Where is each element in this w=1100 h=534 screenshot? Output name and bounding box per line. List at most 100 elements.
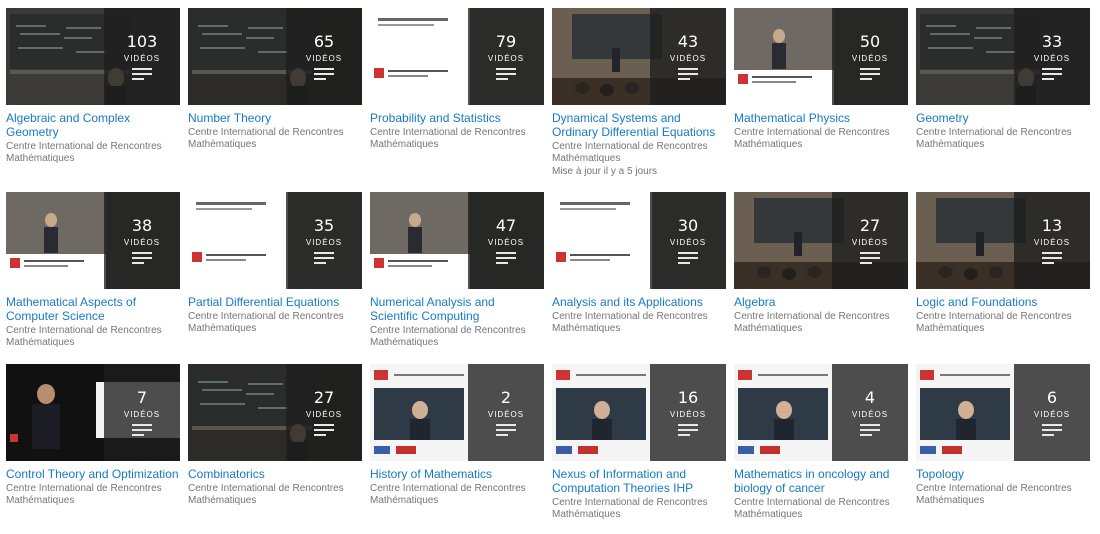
playlist-title-link[interactable]: Combinatorics bbox=[188, 467, 362, 481]
playlist-row: 7 VIDÉOS Control Theory and Optimization… bbox=[6, 364, 1096, 534]
channel-name[interactable]: Centre International de Rencontres Mathé… bbox=[734, 127, 908, 151]
playlist-title-link[interactable]: Mathematics in oncology and biology of c… bbox=[734, 467, 908, 495]
playlist-title-link[interactable]: Analysis and its Applications bbox=[552, 295, 726, 309]
channel-name[interactable]: Centre International de Rencontres Mathé… bbox=[734, 497, 908, 521]
playlist-title-link[interactable]: Control Theory and Optimization bbox=[6, 467, 180, 481]
channel-name[interactable]: Centre International de Rencontres Mathé… bbox=[370, 483, 544, 507]
playlist-card[interactable]: 38 VIDÉOS Mathematical Aspects of Comput… bbox=[6, 192, 180, 349]
playlist-thumbnail[interactable]: 4 VIDÉOS bbox=[734, 364, 908, 461]
playlist-title-link[interactable]: Algebraic and Complex Geometry bbox=[6, 111, 180, 139]
playlist-thumbnail[interactable]: 16 VIDÉOS bbox=[552, 364, 726, 461]
playlist-title-link[interactable]: Numerical Analysis and Scientific Comput… bbox=[370, 295, 544, 323]
playlist-title-link[interactable]: Nexus of Information and Computation The… bbox=[552, 467, 726, 495]
playlist-title-link[interactable]: Number Theory bbox=[188, 111, 362, 125]
playlist-card[interactable]: 13 VIDÉOS Logic and Foundations Centre I… bbox=[916, 192, 1090, 335]
video-count: 103 bbox=[126, 32, 158, 51]
playlist-card[interactable]: 43 VIDÉOS Dynamical Systems and Ordinary… bbox=[552, 8, 726, 178]
videos-label: VIDÉOS bbox=[851, 410, 889, 419]
channel-name[interactable]: Centre International de Rencontres Mathé… bbox=[552, 311, 726, 335]
playlist-thumbnail[interactable]: 65 VIDÉOS bbox=[188, 8, 362, 105]
playlist-thumbnail[interactable]: 27 VIDÉOS bbox=[188, 364, 362, 461]
playlist-title-link[interactable]: History of Mathematics bbox=[370, 467, 544, 481]
playlist-icon bbox=[496, 252, 516, 266]
playlist-thumbnail[interactable]: 6 VIDÉOS bbox=[916, 364, 1090, 461]
channel-name[interactable]: Centre International de Rencontres Mathé… bbox=[188, 127, 362, 151]
playlist-thumbnail[interactable]: 13 VIDÉOS bbox=[916, 192, 1090, 289]
videos-label: VIDÉOS bbox=[669, 54, 707, 63]
playlist-card[interactable]: 47 VIDÉOS Numerical Analysis and Scienti… bbox=[370, 192, 544, 349]
playlist-thumbnail[interactable]: 30 VIDÉOS bbox=[552, 192, 726, 289]
channel-name[interactable]: Centre International de Rencontres Mathé… bbox=[916, 127, 1090, 151]
channel-name[interactable]: Centre International de Rencontres Mathé… bbox=[188, 311, 362, 335]
video-count-overlay: 43 VIDÉOS bbox=[650, 8, 726, 105]
playlist-card[interactable]: 50 VIDÉOS Mathematical Physics Centre In… bbox=[734, 8, 908, 151]
playlist-card[interactable]: 33 VIDÉOS Geometry Centre International … bbox=[916, 8, 1090, 151]
channel-name[interactable]: Centre International de Rencontres Mathé… bbox=[552, 141, 726, 165]
video-count: 4 bbox=[864, 388, 876, 407]
playlist-icon bbox=[314, 68, 334, 82]
playlist-icon bbox=[496, 68, 516, 82]
playlist-thumbnail[interactable]: 35 VIDÉOS bbox=[188, 192, 362, 289]
channel-name[interactable]: Centre International de Rencontres Mathé… bbox=[6, 483, 180, 507]
playlist-title-link[interactable]: Topology bbox=[916, 467, 1090, 481]
playlist-thumbnail[interactable]: 7 VIDÉOS bbox=[6, 364, 180, 461]
playlist-card[interactable]: 79 VIDÉOS Probability and Statistics Cen… bbox=[370, 8, 544, 151]
playlist-card[interactable]: 35 VIDÉOS Partial Differential Equations… bbox=[188, 192, 362, 335]
playlist-title-link[interactable]: Partial Differential Equations bbox=[188, 295, 362, 309]
video-count: 33 bbox=[1041, 32, 1063, 51]
playlist-title-link[interactable]: Geometry bbox=[916, 111, 1090, 125]
video-count: 13 bbox=[1041, 216, 1063, 235]
playlist-title-link[interactable]: Logic and Foundations bbox=[916, 295, 1090, 309]
playlist-thumbnail[interactable]: 38 VIDÉOS bbox=[6, 192, 180, 289]
playlist-card[interactable]: 4 VIDÉOS Mathematics in oncology and bio… bbox=[734, 364, 908, 521]
playlist-card[interactable]: 7 VIDÉOS Control Theory and Optimization… bbox=[6, 364, 180, 507]
channel-name[interactable]: Centre International de Rencontres Mathé… bbox=[916, 483, 1090, 507]
playlist-thumbnail[interactable]: 79 VIDÉOS bbox=[370, 8, 544, 105]
playlist-card[interactable]: 65 VIDÉOS Number Theory Centre Internati… bbox=[188, 8, 362, 151]
playlist-row: 103 VIDÉOS Algebraic and Complex Geometr… bbox=[6, 8, 1096, 178]
playlist-thumbnail[interactable]: 103 VIDÉOS bbox=[6, 8, 180, 105]
playlist-card[interactable]: 6 VIDÉOS Topology Centre International d… bbox=[916, 364, 1090, 507]
playlist-title-link[interactable]: Probability and Statistics bbox=[370, 111, 544, 125]
channel-name[interactable]: Centre International de Rencontres Mathé… bbox=[188, 483, 362, 507]
channel-name[interactable]: Centre International de Rencontres Mathé… bbox=[916, 311, 1090, 335]
videos-label: VIDÉOS bbox=[305, 54, 343, 63]
video-count-overlay: 30 VIDÉOS bbox=[650, 192, 726, 289]
video-count-overlay: 50 VIDÉOS bbox=[832, 8, 908, 105]
channel-name[interactable]: Centre International de Rencontres Mathé… bbox=[734, 311, 908, 335]
channel-name[interactable]: Centre International de Rencontres Mathé… bbox=[370, 325, 544, 349]
playlist-title-link[interactable]: Mathematical Aspects of Computer Science bbox=[6, 295, 180, 323]
playlist-thumbnail[interactable]: 27 VIDÉOS bbox=[734, 192, 908, 289]
playlist-card[interactable]: 16 VIDÉOS Nexus of Information and Compu… bbox=[552, 364, 726, 521]
playlist-icon bbox=[314, 424, 334, 438]
videos-label: VIDÉOS bbox=[851, 54, 889, 63]
playlist-thumbnail[interactable]: 2 VIDÉOS bbox=[370, 364, 544, 461]
video-count: 50 bbox=[859, 32, 881, 51]
video-count-overlay: 65 VIDÉOS bbox=[286, 8, 362, 105]
channel-name[interactable]: Centre International de Rencontres Mathé… bbox=[552, 497, 726, 521]
playlist-row: 38 VIDÉOS Mathematical Aspects of Comput… bbox=[6, 192, 1096, 362]
playlist-title-link[interactable]: Algebra bbox=[734, 295, 908, 309]
playlist-thumbnail[interactable]: 33 VIDÉOS bbox=[916, 8, 1090, 105]
channel-name[interactable]: Centre International de Rencontres Mathé… bbox=[6, 325, 180, 349]
video-count-overlay: 27 VIDÉOS bbox=[832, 192, 908, 289]
channel-name[interactable]: Centre International de Rencontres Mathé… bbox=[370, 127, 544, 151]
playlist-thumbnail[interactable]: 47 VIDÉOS bbox=[370, 192, 544, 289]
playlist-card[interactable]: 30 VIDÉOS Analysis and its Applications … bbox=[552, 192, 726, 335]
playlist-title-link[interactable]: Dynamical Systems and Ordinary Different… bbox=[552, 111, 726, 139]
playlist-card[interactable]: 103 VIDÉOS Algebraic and Complex Geometr… bbox=[6, 8, 180, 165]
video-count-overlay: 27 VIDÉOS bbox=[286, 364, 362, 461]
playlist-title-link[interactable]: Mathematical Physics bbox=[734, 111, 908, 125]
playlist-card[interactable]: 2 VIDÉOS History of Mathematics Centre I… bbox=[370, 364, 544, 507]
playlist-card[interactable]: 27 VIDÉOS Combinatorics Centre Internati… bbox=[188, 364, 362, 507]
channel-name[interactable]: Centre International de Rencontres Mathé… bbox=[6, 141, 180, 165]
video-count-overlay: 38 VIDÉOS bbox=[104, 192, 180, 289]
playlist-icon bbox=[1042, 68, 1062, 82]
playlist-card[interactable]: 27 VIDÉOS Algebra Centre International d… bbox=[734, 192, 908, 335]
playlist-icon bbox=[678, 68, 698, 82]
video-count: 16 bbox=[677, 388, 699, 407]
playlist-thumbnail[interactable]: 50 VIDÉOS bbox=[734, 8, 908, 105]
playlist-thumbnail[interactable]: 43 VIDÉOS bbox=[552, 8, 726, 105]
playlist-icon bbox=[1042, 252, 1062, 266]
videos-label: VIDÉOS bbox=[487, 238, 525, 247]
